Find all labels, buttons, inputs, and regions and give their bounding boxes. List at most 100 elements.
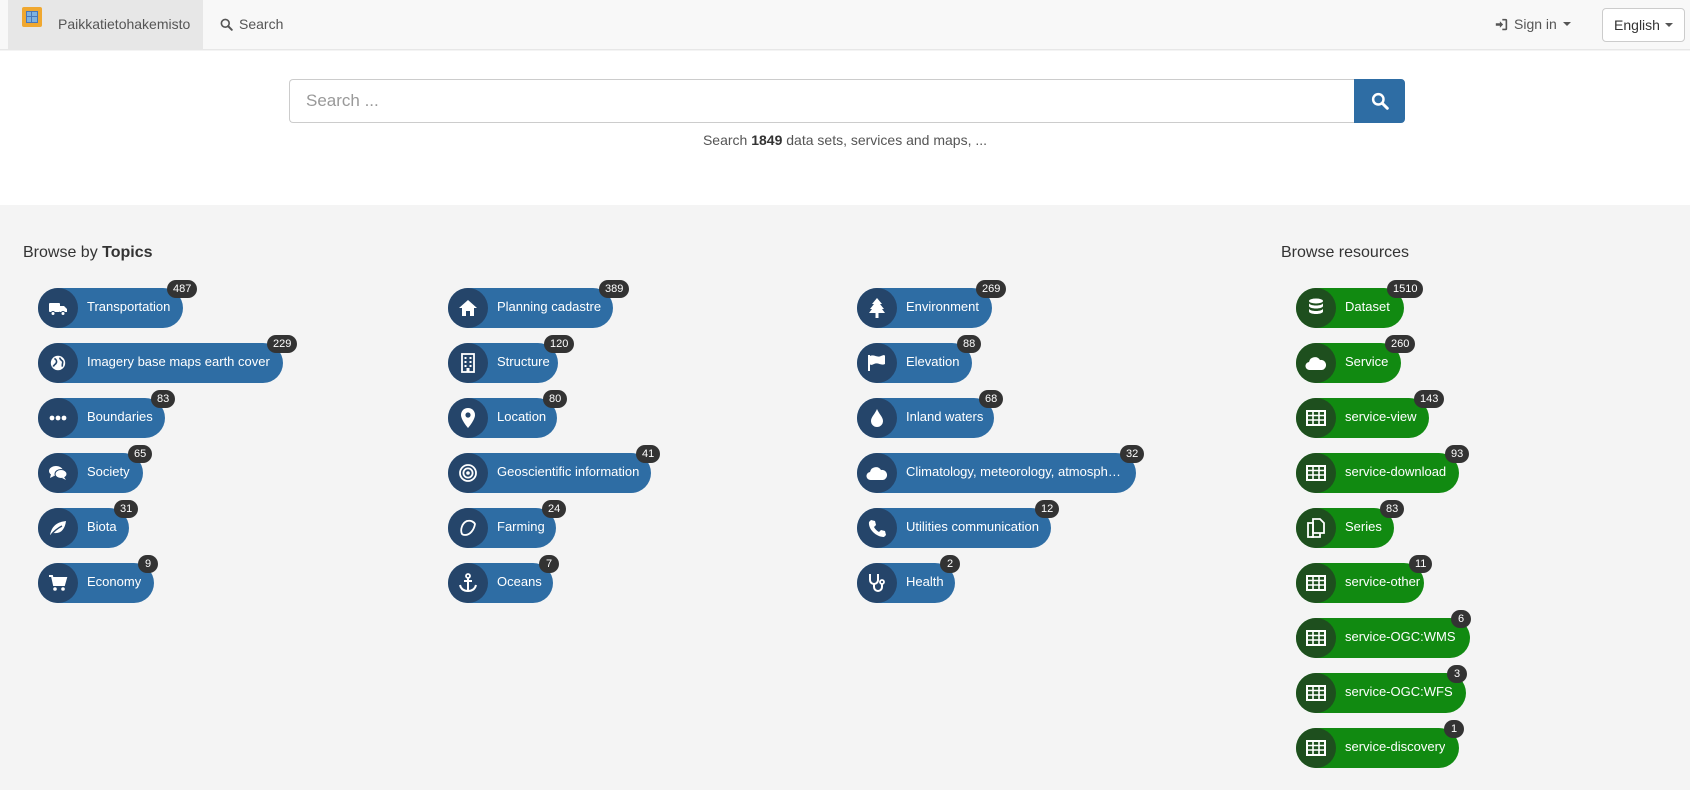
record-count: 1849 [751,132,783,148]
resource-label: service-download [1345,464,1447,479]
topic-label: Elevation [906,354,960,369]
topic-label: Farming [497,519,545,534]
anchor-icon [448,563,488,603]
resource-chip-service-ogc-wms[interactable]: service-OGC:WMS 6 [1296,610,1471,658]
language-dropdown[interactable]: English [1602,8,1685,42]
table-icon [1296,398,1336,438]
resource-chip-series[interactable]: Series 83 [1296,500,1405,548]
topic-label: Planning cadastre [497,299,602,314]
resource-label: service-OGC:WMS [1345,629,1456,644]
brand-link[interactable]: Paikkatietohakemisto [8,0,203,49]
topic-count-badge: 31 [114,500,139,518]
brand-name: Paikkatietohakemisto [58,16,191,32]
nav-search-link[interactable]: Search [220,16,283,32]
resource-count-badge: 6 [1451,610,1471,628]
table-icon [1296,728,1336,768]
nav-search-label: Search [239,16,284,32]
language-label: English [1614,17,1660,33]
topic-chip-geoscientific[interactable]: Geoscientific information 41 [448,445,661,493]
copy-icon [1296,508,1336,548]
search-hint-suffix: data sets, services and maps, ... [786,132,988,148]
topic-chip-boundaries[interactable]: Boundaries 83 [38,390,176,438]
catalog-logo-icon [22,7,42,27]
comments-icon [38,453,78,493]
resources-heading: Browse resources [1281,244,1410,261]
tree-icon [857,288,897,328]
topic-chip-society[interactable]: Society 65 [38,445,153,493]
stethoscope-icon [857,563,897,603]
topic-label: Structure [497,354,550,369]
resource-count-badge: 11 [1409,555,1433,573]
bullseye-icon [448,453,488,493]
resource-count-badge: 1 [1444,720,1464,738]
building-icon [448,343,488,383]
table-icon [1296,453,1336,493]
topic-count-badge: 24 [542,500,567,518]
topic-chip-economy[interactable]: Economy 9 [38,555,158,603]
globe-icon [38,343,78,383]
topic-count-badge: 389 [599,280,630,298]
table-icon [1296,618,1336,658]
resource-chip-dataset[interactable]: Dataset 1510 [1296,280,1424,328]
search-hint-prefix: Search [702,132,748,148]
topic-count-badge: 229 [267,335,298,353]
phone-icon [857,508,897,548]
search-icon [1371,92,1389,110]
flag-icon [857,343,897,383]
resource-label: service-OGC:WFS [1345,684,1453,699]
topic-chip-biota[interactable]: Biota 31 [38,500,139,548]
topic-label: Boundaries [87,409,153,424]
topic-count-badge: 41 [636,445,661,463]
resource-chip-service-view[interactable]: service-view 143 [1296,390,1445,438]
topic-chip-climatology[interactable]: Climatology, meteorology, atmosph… 32 [857,445,1145,493]
caret-down-icon [1664,23,1673,27]
resource-count-badge: 93 [1445,445,1470,463]
sign-in-icon [1495,18,1508,30]
topic-count-badge: 80 [543,390,568,408]
resource-count-badge: 143 [1414,390,1445,408]
search-input[interactable] [289,79,1355,123]
resource-chip-service-download[interactable]: service-download 93 [1296,445,1470,493]
tint-icon [857,398,897,438]
sign-in-dropdown[interactable]: Sign in [1495,16,1571,32]
resource-label: Dataset [1345,299,1390,314]
topic-chip-inland-waters[interactable]: Inland waters 68 [857,390,1004,438]
resource-count-badge: 260 [1385,335,1416,353]
home-icon [448,288,488,328]
cloud-icon [857,453,897,493]
topic-chip-oceans[interactable]: Oceans 7 [448,555,559,603]
topic-label: Inland waters [906,409,984,424]
resource-chip-service-discovery[interactable]: service-discovery 1 [1296,720,1464,768]
topic-chip-transportation[interactable]: Transportation 487 [38,280,198,328]
topic-count-badge: 68 [979,390,1004,408]
resource-chip-service-other[interactable]: service-other 11 [1296,555,1433,603]
search-button[interactable] [1354,79,1405,123]
database-icon [1296,288,1336,328]
topic-count-badge: 120 [544,335,575,353]
topic-label: Imagery base maps earth cover [87,354,270,369]
topic-chip-imagery[interactable]: Imagery base maps earth cover 229 [38,335,298,383]
resource-label: service-discovery [1345,739,1446,754]
resource-chip-service[interactable]: Service 260 [1296,335,1416,383]
topic-label: Climatology, meteorology, atmosph… [906,464,1121,479]
topic-count-badge: 269 [976,280,1007,298]
topic-chip-farming[interactable]: Farming 24 [448,500,567,548]
topic-chip-location[interactable]: Location 80 [448,390,568,438]
resource-label: service-view [1345,409,1417,424]
topic-chip-planning-cadastre[interactable]: Planning cadastre 389 [448,280,630,328]
table-icon [1296,673,1336,713]
topic-count-badge: 88 [957,335,982,353]
topic-label: Society [87,464,130,479]
resource-chip-service-ogc-wfs[interactable]: service-OGC:WFS 3 [1296,665,1467,713]
topic-chip-health[interactable]: Health 2 [857,555,960,603]
navbar: Paikkatietohakemisto Search Sign in Engl… [0,0,1690,50]
topic-label: Oceans [497,574,542,589]
topic-chip-elevation[interactable]: Elevation 88 [857,335,982,383]
topic-chip-utilities[interactable]: Utilities communication 12 [857,500,1060,548]
topic-label: Biota [87,519,117,534]
topics-heading: Browse by Topics [23,244,153,262]
topic-chip-environment[interactable]: Environment 269 [857,280,1007,328]
topic-chip-structure[interactable]: Structure 120 [448,335,575,383]
lemon-icon [448,508,488,548]
resource-count-badge: 1510 [1387,280,1424,298]
